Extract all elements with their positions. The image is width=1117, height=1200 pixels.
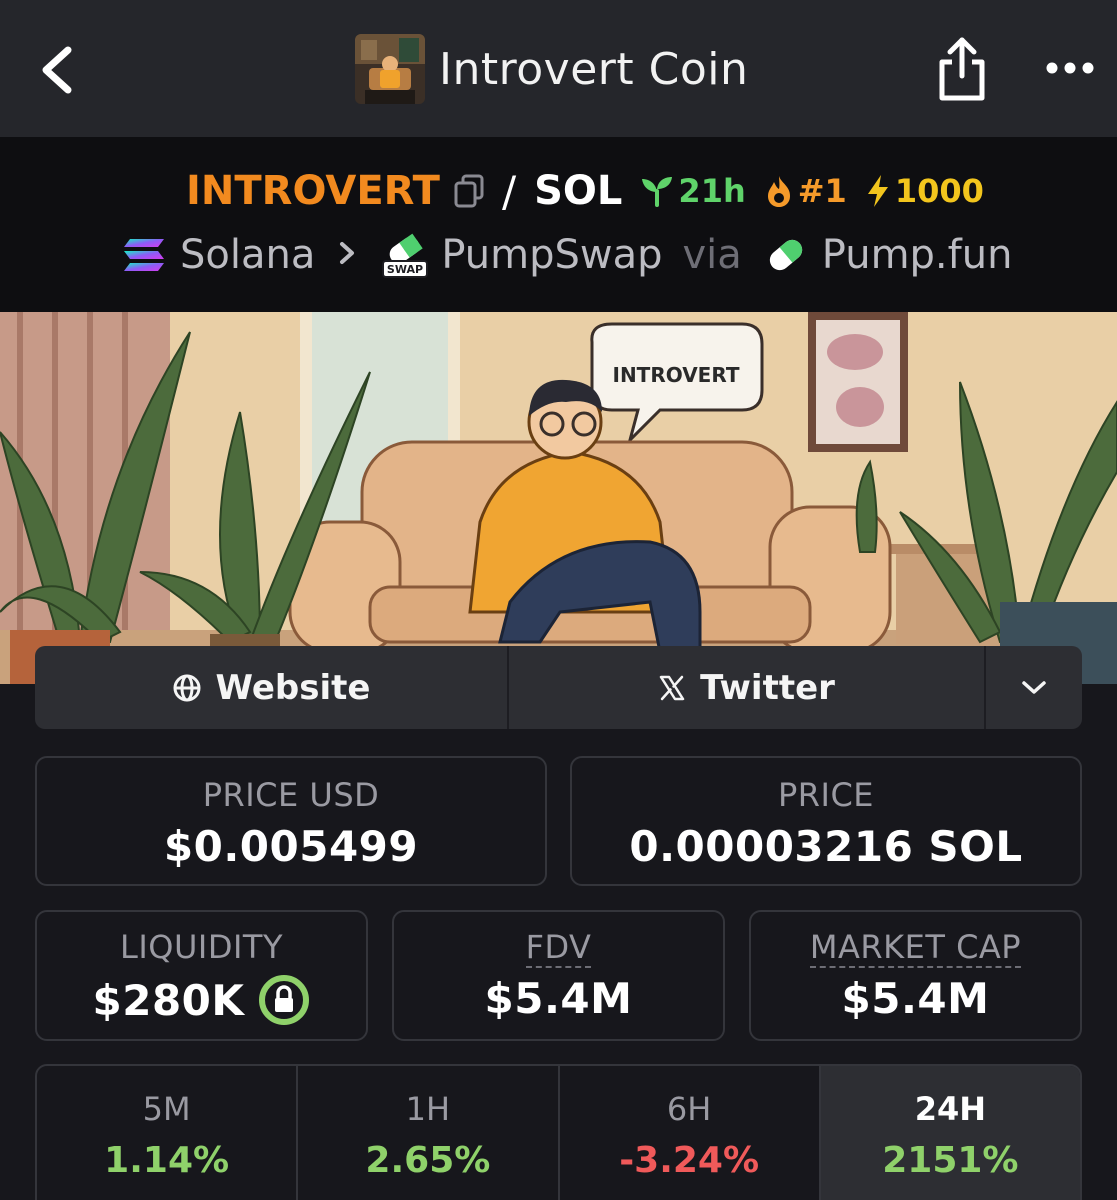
market-cap-value: $5.4M [841, 974, 990, 1023]
share-icon [939, 37, 985, 101]
boost-badge[interactable]: 1000 [865, 172, 984, 210]
trending-rank-badge[interactable]: #1 [764, 172, 847, 210]
liquidity-label: LIQUIDITY [120, 928, 283, 966]
share-button[interactable] [930, 34, 994, 104]
pumpfun-pill-icon [769, 239, 802, 271]
age-value: 21h [678, 172, 746, 210]
base-symbol: INTROVERT [186, 168, 440, 214]
token-avatar [355, 34, 425, 104]
price-native-value: 0.00003216 SOL [629, 822, 1023, 871]
price-usd-card: PRICE USD $0.005499 [35, 756, 547, 886]
sprout-icon [642, 177, 673, 207]
price-change-value: 2.65% [365, 1140, 491, 1181]
chevron-left-icon [42, 46, 72, 94]
token-title: Introvert Coin [355, 34, 748, 104]
more-horizontal-icon [1046, 62, 1094, 74]
price-native-card: PRICE 0.00003216 SOL [570, 756, 1082, 886]
tab-1h[interactable]: 1H 2.65% [298, 1066, 560, 1200]
price-change-value: 1.14% [104, 1140, 230, 1181]
age-badge: 21h [640, 172, 746, 210]
via-label: via [682, 232, 742, 278]
tab-label: 24H [914, 1090, 987, 1128]
more-links-dropdown[interactable] [986, 646, 1082, 729]
pair-line: INTROVERT / SOL 21h #1 1000 [186, 163, 984, 219]
tab-6h[interactable]: 6H -3.24% [560, 1066, 821, 1200]
speech-bubble-text: INTROVERT [613, 363, 740, 387]
pumpswap-icon: SWAP [382, 233, 429, 278]
twitter-label: Twitter [700, 667, 835, 708]
tab-label: 6H [666, 1090, 712, 1128]
market-cap-card[interactable]: MARKET CAP $5.4M [749, 910, 1082, 1041]
liquidity-value: $280K [92, 975, 245, 1025]
price-change-value: -3.24% [619, 1140, 760, 1181]
x-logo-icon [659, 675, 685, 700]
fdv-label: FDV [525, 928, 592, 968]
tab-5m[interactable]: 5M 1.14% [37, 1066, 299, 1200]
chevron-down-icon [1022, 680, 1046, 694]
tab-label: 5M [142, 1090, 191, 1128]
top-nav-bar: Introvert Coin [0, 0, 1117, 137]
pair-separator: / [501, 166, 517, 216]
rank-value: #1 [797, 172, 847, 210]
swap-icon-text: SWAP [387, 263, 423, 276]
liquidity-card: LIQUIDITY $280K [35, 910, 368, 1041]
price-change-value: 2151% [882, 1140, 1019, 1181]
back-button[interactable] [30, 38, 86, 102]
flame-icon [767, 176, 790, 207]
page-title: Introvert Coin [439, 43, 749, 95]
twitter-button[interactable]: Twitter [509, 646, 986, 729]
tab-label: 1H [405, 1090, 451, 1128]
lock-icon[interactable] [258, 974, 310, 1026]
copy-icon[interactable] [454, 174, 484, 208]
boost-value: 1000 [894, 172, 984, 210]
globe-icon [173, 674, 201, 701]
chevron-right-icon [337, 232, 357, 278]
lightning-icon [867, 175, 888, 207]
quote-symbol: SOL [534, 168, 623, 214]
dex-name[interactable]: PumpSwap [441, 232, 662, 278]
price-change-tabs: 5M 1.14% 1H 2.65% 6H -3.24% 24H 2151% [35, 1064, 1082, 1200]
price-usd-label: PRICE USD [202, 776, 380, 814]
token-banner-image: INTROVERT [0, 312, 1117, 684]
fdv-card[interactable]: FDV $5.4M [392, 910, 725, 1041]
tab-24h[interactable]: 24H 2151% [820, 1066, 1080, 1200]
launchpad-name[interactable]: Pump.fun [822, 232, 1013, 278]
website-label: Website [215, 667, 371, 708]
social-links-bar: Website Twitter [35, 646, 1082, 729]
market-cap-label: MARKET CAP [809, 928, 1022, 968]
price-native-label: PRICE [777, 776, 875, 814]
price-usd-value: $0.005499 [163, 822, 419, 871]
more-options-button[interactable] [1040, 50, 1100, 86]
chain-breadcrumb: Solana SWAP PumpSwap via Pump.fun [120, 227, 1012, 283]
solana-icon [124, 239, 164, 271]
chain-name[interactable]: Solana [180, 232, 315, 278]
website-button[interactable]: Website [35, 646, 509, 729]
fdv-value: $5.4M [484, 974, 633, 1023]
